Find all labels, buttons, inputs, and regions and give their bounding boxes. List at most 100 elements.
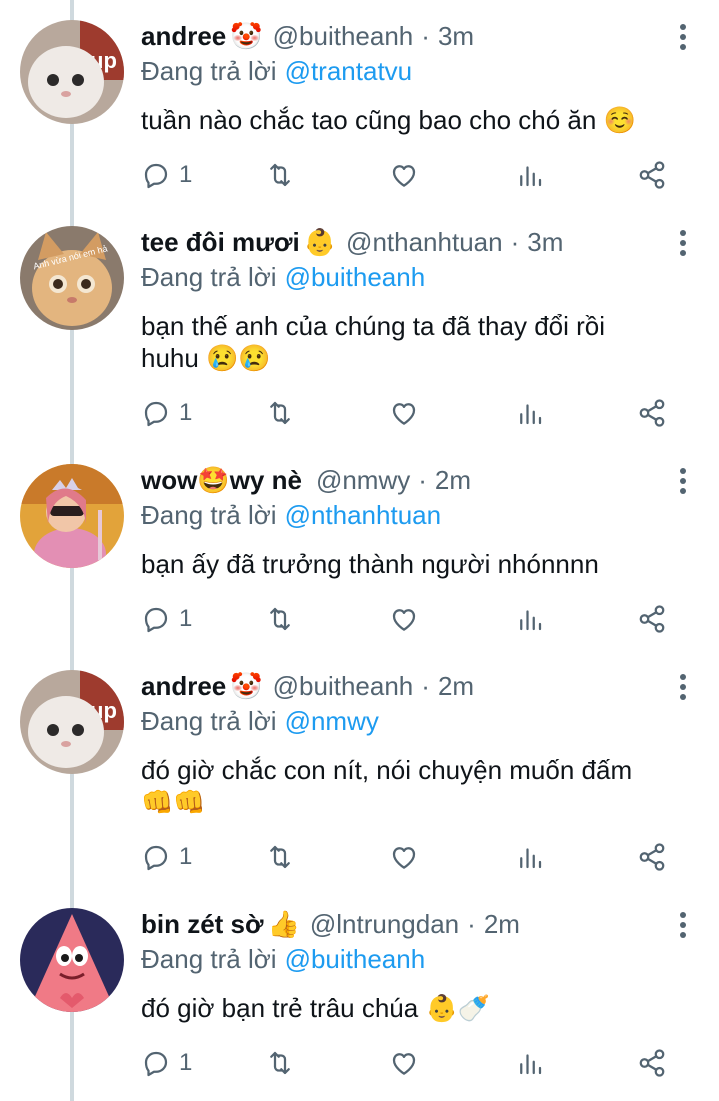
like-button[interactable] [389, 1046, 419, 1080]
name-emoji: 👍 [267, 908, 300, 939]
display-name[interactable]: andree [141, 21, 226, 52]
like-icon [392, 165, 416, 187]
avatar[interactable]: up [20, 670, 124, 774]
share-button[interactable] [637, 840, 667, 874]
action-bar: 1 [141, 602, 681, 636]
avatar[interactable]: up [20, 20, 124, 124]
replying-label: Đang trả lời [141, 944, 277, 974]
like-icon [392, 847, 416, 869]
display-name[interactable]: wow🤩wy nè [141, 465, 302, 496]
display-name[interactable]: tee đôi mươi [141, 227, 300, 258]
more-icon[interactable] [679, 230, 687, 258]
mention-link[interactable]: @buitheanh [285, 944, 426, 974]
display-name[interactable]: bin zét sờ [141, 909, 264, 940]
replying-label: Đang trả lời [141, 500, 277, 530]
name-emoji: 👶 [303, 226, 337, 257]
reply-count: 1 [179, 161, 193, 188]
timestamp[interactable]: 2m [484, 909, 520, 940]
tweet[interactable]: up andree 🤡 @buitheanh · 2m Đang trả lời… [0, 650, 719, 888]
retweet-icon [270, 1051, 290, 1075]
reply-button[interactable]: 1 [141, 1046, 192, 1080]
retweet-icon [270, 607, 290, 631]
views-button[interactable] [515, 158, 545, 192]
replying-to: Đang trả lời @nthanhtuan [141, 500, 441, 531]
more-icon[interactable] [679, 912, 687, 940]
share-icon [639, 161, 665, 189]
share-icon [639, 843, 665, 871]
display-name[interactable]: andree [141, 671, 226, 702]
timestamp[interactable]: 2m [435, 465, 471, 496]
retweet-icon [270, 845, 290, 869]
action-bar: 1 [141, 840, 681, 874]
separator-dot: · [421, 670, 430, 701]
avatar[interactable]: Anh vừa nói em hả [20, 226, 124, 330]
reply-count: 1 [179, 1049, 193, 1076]
separator-dot: · [467, 908, 476, 939]
mention-link[interactable]: @trantatvu [285, 56, 413, 86]
like-icon [392, 1053, 416, 1075]
user-handle[interactable]: @nthanhtuan [346, 227, 503, 258]
tweet[interactable]: wow🤩wy nè @nmwy · 2m Đang trả lời @nthanh… [0, 444, 719, 650]
avatar[interactable] [20, 464, 124, 568]
tweet-text: bạn ấy đã trưởng thành người nhónnnn [141, 549, 599, 579]
mention-link[interactable]: @nmwy [285, 706, 379, 736]
user-handle[interactable]: @lntrungdan [310, 909, 459, 940]
reply-icon [144, 845, 168, 871]
user-handle[interactable]: @buitheanh [273, 21, 414, 52]
like-button[interactable] [389, 158, 419, 192]
reply-icon [144, 1051, 168, 1077]
timestamp[interactable]: 3m [527, 227, 563, 258]
views-button[interactable] [515, 602, 545, 636]
avatar[interactable] [20, 908, 124, 1012]
more-icon[interactable] [679, 468, 687, 496]
retweet-button[interactable] [265, 158, 295, 192]
replying-to: Đang trả lời @nmwy [141, 706, 379, 737]
user-handle[interactable]: @nmwy [316, 465, 410, 496]
reply-button[interactable]: 1 [141, 396, 192, 430]
views-button[interactable] [515, 840, 545, 874]
share-button[interactable] [637, 158, 667, 192]
reply-button[interactable]: 1 [141, 158, 192, 192]
action-bar: 1 [141, 1046, 681, 1080]
retweet-button[interactable] [265, 840, 295, 874]
reply-button[interactable]: 1 [141, 602, 192, 636]
share-button[interactable] [637, 1046, 667, 1080]
retweet-button[interactable] [265, 396, 295, 430]
mention-link[interactable]: @nthanhtuan [285, 500, 442, 530]
like-button[interactable] [389, 840, 419, 874]
user-handle[interactable]: @buitheanh [273, 671, 414, 702]
tweet[interactable]: bin zét sờ 👍 @lntrungdan · 2m Đang trả l… [0, 888, 719, 1101]
share-button[interactable] [637, 602, 667, 636]
share-icon [639, 399, 665, 427]
action-bar: 1 [141, 158, 681, 192]
mention-link[interactable]: @buitheanh [285, 262, 426, 292]
tweet-text: đó giờ bạn trẻ trâu chúa 👶🍼 [141, 993, 491, 1023]
separator-dot: · [418, 464, 427, 495]
tweet-text: đó giờ chắc con nít, nói chuyện muốn đấm… [141, 755, 633, 817]
reply-count: 1 [179, 399, 193, 426]
share-icon [639, 1049, 665, 1077]
name-emoji: 🤡 [230, 20, 263, 51]
views-button[interactable] [515, 1046, 545, 1080]
tweet[interactable]: up andree 🤡 @buitheanh · 3m Đang trả lời… [0, 0, 719, 206]
retweet-button[interactable] [265, 602, 295, 636]
timestamp[interactable]: 2m [438, 671, 474, 702]
like-icon [392, 403, 416, 425]
avatar-image [20, 464, 124, 568]
more-icon[interactable] [679, 674, 687, 702]
more-icon[interactable] [679, 24, 687, 52]
views-button[interactable] [515, 396, 545, 430]
like-button[interactable] [389, 396, 419, 430]
reply-button[interactable]: 1 [141, 840, 192, 874]
share-button[interactable] [637, 396, 667, 430]
views-icon [520, 166, 542, 187]
views-icon [520, 848, 542, 869]
retweet-button[interactable] [265, 1046, 295, 1080]
retweet-icon [270, 401, 290, 425]
reply-count: 1 [179, 843, 193, 870]
like-button[interactable] [389, 602, 419, 636]
timestamp[interactable]: 3m [438, 21, 474, 52]
action-bar: 1 [141, 396, 681, 430]
tweet[interactable]: Anh vừa nói em hả tee đôi mươi 👶 @nthanh… [0, 206, 719, 444]
tweet-text: bạn thế anh của chúng ta đã thay đổi rồi… [141, 311, 606, 373]
